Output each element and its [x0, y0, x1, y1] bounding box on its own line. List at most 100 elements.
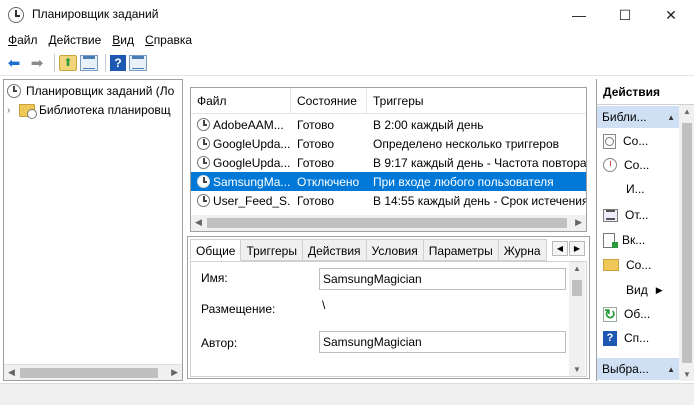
tab-scroll-right-icon[interactable]: ▶ — [569, 241, 585, 256]
author-label: Автор: — [201, 336, 238, 350]
table-row[interactable]: User_Feed_S... Готово В 14:55 каждый ден… — [191, 191, 586, 210]
tab-settings[interactable]: Параметры — [423, 239, 499, 261]
title-bar: Планировщик заданий — ☐ ✕ — [0, 0, 694, 30]
scroll-thumb[interactable] — [572, 280, 582, 296]
scroll-left-icon[interactable]: ◀ — [8, 367, 15, 378]
help-icon[interactable]: ? — [110, 54, 126, 71]
action-label: Со... — [623, 134, 649, 148]
tab-history[interactable]: Журна — [498, 239, 547, 261]
collapse-caret-icon[interactable]: ▲ — [667, 113, 675, 122]
actions-vertical-scrollbar[interactable]: ▲ ▼ — [679, 105, 694, 381]
actions-section-selected[interactable]: Выбра... ▲ — [597, 358, 679, 380]
task-details-pane: Общие Триггеры Действия Условия Параметр… — [187, 236, 590, 379]
name-field[interactable]: SamsungMagician — [319, 268, 566, 290]
table-row[interactable]: GoogleUpda... Готово Определено нескольк… — [191, 134, 586, 153]
column-header-status[interactable]: Состояние — [291, 88, 367, 114]
back-arrow-icon[interactable]: ⬅ — [4, 53, 24, 73]
table-row-selected[interactable]: SamsungMa... Отключено При входе любого … — [191, 172, 586, 191]
task-scheduler-clock-icon — [8, 7, 24, 23]
tree-item-task-scheduler[interactable]: Планировщик заданий (Ло — [7, 82, 174, 100]
scroll-up-icon[interactable]: ▲ — [573, 264, 581, 273]
toolbar: ⬅ ➡ ⬆ ? — [0, 50, 694, 76]
scroll-thumb[interactable] — [682, 123, 692, 363]
scroll-down-icon[interactable]: ▼ — [683, 370, 691, 379]
menu-help[interactable]: Справка — [145, 33, 192, 47]
cell-status: Готово — [297, 117, 335, 132]
actions-section-library[interactable]: Библи... ▲ — [597, 106, 679, 128]
cell-trigger: В 14:55 каждый день - Срок истечения д — [373, 193, 586, 208]
column-header-triggers[interactable]: Триггеры — [367, 88, 586, 114]
action-item[interactable]: И... — [603, 179, 645, 199]
author-field[interactable]: SamsungMagician — [319, 331, 566, 353]
show-hide-console-tree-icon[interactable] — [80, 54, 98, 71]
cell-status: Готово — [297, 193, 335, 208]
action-item[interactable]: Вк... — [603, 230, 645, 250]
table-row[interactable]: AdobeAAM... Готово В 2:00 каждый день — [191, 115, 586, 134]
table-row[interactable]: GoogleUpda... Готово В 9:17 каждый день … — [191, 153, 586, 172]
scroll-left-icon[interactable]: ◀ — [195, 217, 202, 228]
name-label: Имя: — [201, 271, 228, 285]
menu-view-rest: ид — [120, 33, 135, 47]
action-label: Об... — [624, 307, 651, 321]
action-item-view[interactable]: Вид ▶ — [603, 280, 663, 300]
scroll-thumb[interactable] — [20, 368, 158, 378]
close-button[interactable]: ✕ — [648, 0, 694, 30]
tab-general[interactable]: Общие — [190, 239, 242, 261]
details-vertical-scrollbar[interactable]: ▲ ▼ — [569, 262, 585, 376]
menu-action-accel: Д — [48, 33, 57, 47]
menu-help-rest: правка — [153, 33, 193, 47]
tab-conditions[interactable]: Условия — [366, 239, 424, 261]
location-label: Размещение: — [201, 302, 276, 316]
task-name: SamsungMa... — [213, 174, 291, 189]
show-hide-action-pane-icon[interactable] — [129, 54, 147, 71]
action-item[interactable]: Со... — [603, 155, 649, 175]
scroll-right-icon[interactable]: ▶ — [575, 217, 582, 228]
display-running-tasks-icon — [603, 208, 618, 222]
chevron-right-icon[interactable]: › — [7, 105, 17, 116]
new-folder-icon — [603, 259, 619, 271]
tree-item-library[interactable]: › Библиотека планировщ — [7, 101, 171, 119]
tab-scroll-left-icon[interactable]: ◀ — [552, 241, 568, 256]
enable-history-icon — [603, 232, 618, 248]
tree-item-label: Библиотека планировщ — [39, 103, 171, 117]
action-label: И... — [626, 182, 645, 196]
cell-status: Отключено — [297, 174, 360, 189]
action-item[interactable]: Со... — [603, 255, 651, 275]
collapse-caret-icon[interactable]: ▲ — [667, 365, 675, 374]
scroll-up-icon[interactable]: ▲ — [683, 107, 691, 116]
forward-arrow-icon[interactable]: ➡ — [27, 53, 47, 73]
action-item[interactable]: От... — [603, 205, 649, 225]
library-folder-icon — [19, 103, 37, 119]
minimize-button[interactable]: — — [556, 0, 602, 30]
scroll-right-icon[interactable]: ▶ — [171, 367, 178, 378]
menu-file[interactable]: Файл — [8, 33, 38, 47]
create-task-icon — [603, 158, 617, 172]
window-title: Планировщик заданий — [32, 7, 159, 21]
tree-horizontal-scrollbar[interactable]: ◀ ▶ — [4, 364, 182, 380]
menu-action-rest: ействие — [56, 33, 102, 47]
cell-name: AdobeAAM... — [191, 118, 291, 132]
menu-view[interactable]: Вид — [112, 33, 134, 47]
menu-action[interactable]: Действие — [49, 33, 102, 47]
tab-actions[interactable]: Действия — [302, 239, 367, 261]
console-tree: Планировщик заданий (Ло › Библиотека пла… — [3, 79, 183, 381]
column-header-file[interactable]: Файл — [191, 88, 291, 114]
action-item[interactable]: Со... — [603, 131, 648, 151]
action-item[interactable]: ? Сп... — [603, 328, 649, 348]
task-clock-icon — [197, 118, 210, 131]
cell-name: User_Feed_S... — [191, 194, 291, 208]
task-name: GoogleUpda... — [213, 136, 291, 151]
scroll-thumb[interactable] — [207, 218, 567, 228]
scroll-down-icon[interactable]: ▼ — [573, 365, 581, 374]
up-folder-icon[interactable]: ⬆ — [59, 54, 77, 71]
action-item[interactable]: ↻ Об... — [603, 304, 650, 324]
cell-trigger: В 9:17 каждый день - Частота повтора п — [373, 155, 586, 170]
task-list-horizontal-scrollbar[interactable]: ◀ ▶ — [191, 215, 586, 231]
toolbar-separator — [105, 53, 106, 72]
actions-title: Действия — [597, 79, 694, 105]
tab-triggers[interactable]: Триггеры — [241, 239, 303, 261]
maximize-button[interactable]: ☐ — [602, 0, 648, 30]
task-clock-icon — [197, 175, 210, 188]
section-label: Библи... — [602, 110, 647, 124]
action-label: Вид — [626, 283, 648, 297]
